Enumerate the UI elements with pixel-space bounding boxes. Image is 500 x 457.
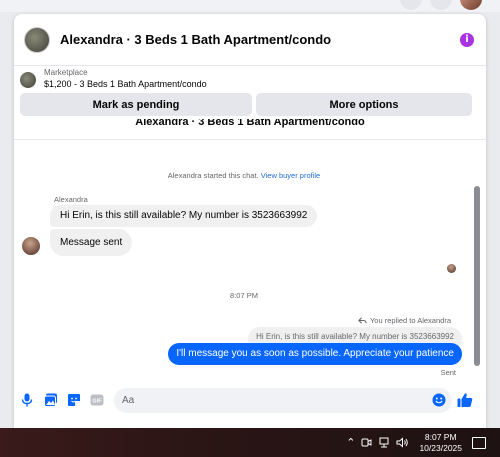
chat-started-text: Alexandra started this chat. <box>167 171 259 180</box>
seen-avatar <box>447 264 456 273</box>
profile-avatar[interactable] <box>460 0 482 10</box>
listing-thumbnail <box>24 26 50 53</box>
taskbar-time: 8:07 PM <box>424 431 457 442</box>
gif-icon[interactable]: GIF <box>90 393 104 407</box>
chat-header[interactable]: Alexandra · 3 Beds 1 Bath Apartment/cond… <box>14 14 486 66</box>
reply-icon <box>358 317 367 324</box>
chat-window: Alexandra · 3 Beds 1 Bath Apartment/cond… <box>14 14 486 428</box>
chevron-up-icon[interactable]: ⌃ <box>346 436 355 449</box>
photo-icon[interactable] <box>44 393 58 407</box>
composer: GIF <box>14 385 486 415</box>
top-action-button[interactable] <box>400 0 422 10</box>
incoming-message[interactable]: Hi Erin, is this still available? My num… <box>50 205 318 227</box>
info-icon[interactable]: i <box>460 33 474 47</box>
listing-label: Marketplace <box>44 68 88 77</box>
view-buyer-profile-link[interactable]: View buyer profile <box>261 171 320 180</box>
top-strip <box>0 0 500 12</box>
network-icon[interactable] <box>378 437 390 448</box>
message-input[interactable] <box>114 388 452 413</box>
microphone-icon[interactable] <box>20 393 34 407</box>
top-action-button[interactable] <box>430 0 452 10</box>
scrollbar-thumb[interactable] <box>474 186 480 366</box>
windows-taskbar: ⌃ 8:07 PM 10/23/2025 <box>0 428 500 457</box>
thumbs-up-icon[interactable] <box>457 392 473 408</box>
system-tray: ⌃ 8:07 PM 10/23/2025 <box>346 428 500 457</box>
mark-pending-button[interactable]: Mark as pending <box>20 93 252 116</box>
sender-avatar[interactable] <box>22 237 40 255</box>
emoji-icon[interactable] <box>432 393 446 407</box>
thread-title: Alexandra · 3 Beds 1 Bath Apartment/cond… <box>135 119 365 128</box>
sender-name: Alexandra <box>54 195 88 204</box>
listing-description[interactable]: $1,200 - 3 Beds 1 Bath Apartment/condo <box>44 79 207 89</box>
chat-title: Alexandra · 3 Beds 1 Bath Apartment/cond… <box>60 32 332 47</box>
outgoing-message[interactable]: I'll message you as soon as possible. Ap… <box>168 343 462 365</box>
gif-icon-label: GIF <box>92 399 102 405</box>
listing-thumbnail-small <box>20 72 36 88</box>
listing-bar: Marketplace $1,200 - 3 Beds 1 Bath Apart… <box>14 66 486 140</box>
volume-icon[interactable] <box>396 437 409 448</box>
incoming-message[interactable]: Message sent <box>50 229 133 256</box>
more-options-button[interactable]: More options <box>256 93 472 116</box>
sticker-icon[interactable] <box>67 393 81 407</box>
message-timestamp: 8:07 PM <box>230 291 258 300</box>
replied-label-text: You replied to Alexandra <box>369 316 451 325</box>
replied-label: You replied to Alexandra <box>358 316 451 325</box>
meet-now-icon[interactable] <box>361 437 372 448</box>
top-icons <box>400 0 482 10</box>
chat-started-notice: Alexandra started this chat. View buyer … <box>14 171 474 180</box>
message-list: Alexandra started this chat. View buyer … <box>14 140 486 385</box>
notification-icon[interactable] <box>472 436 486 449</box>
scrollbar[interactable] <box>474 140 480 382</box>
taskbar-date: 10/23/2025 <box>419 442 462 453</box>
sent-status: Sent <box>440 368 456 377</box>
taskbar-clock[interactable]: 8:07 PM 10/23/2025 <box>419 432 462 454</box>
